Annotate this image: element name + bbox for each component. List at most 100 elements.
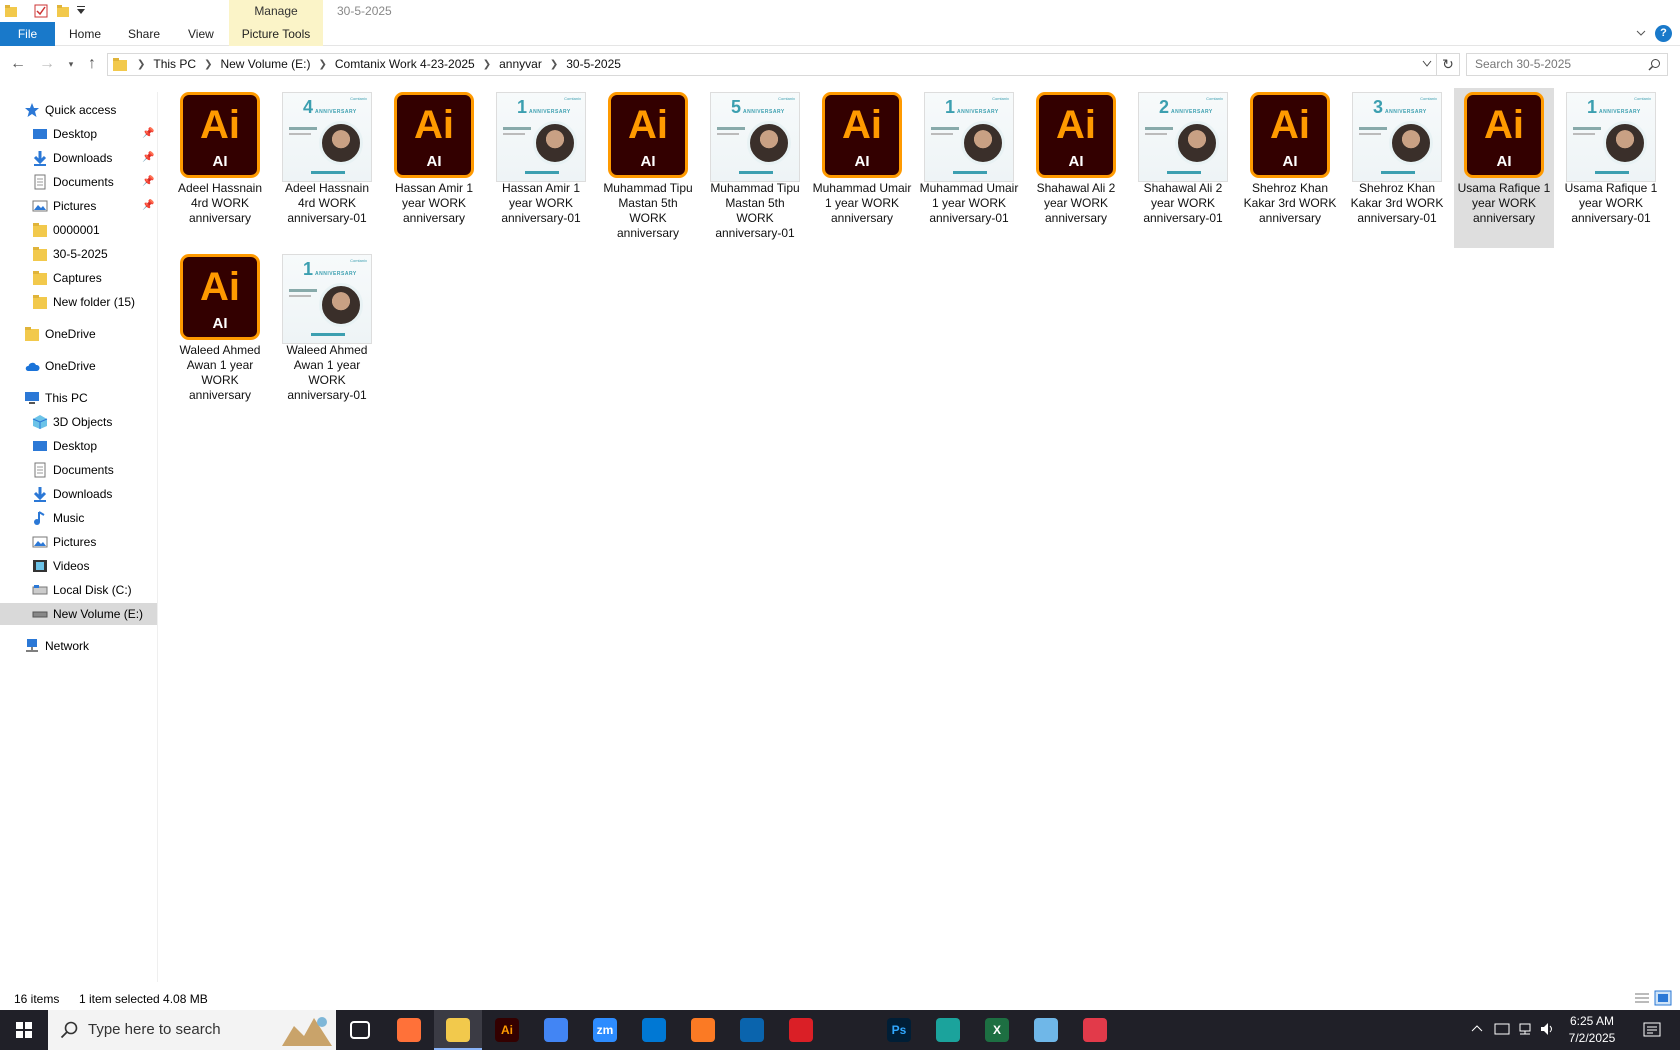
tab-share[interactable]: Share <box>128 22 160 46</box>
search-icon[interactable] <box>1648 58 1661 71</box>
file-item-ai[interactable]: Ai AI Usama Rafique 1 year WORK anniversar… <box>1454 88 1554 248</box>
taskbar-task-view-button[interactable] <box>336 1010 384 1050</box>
breadcrumb-separator[interactable]: ❯ <box>134 54 148 75</box>
device-icon[interactable] <box>1494 1022 1510 1036</box>
file-item-ai[interactable]: Ai AI Waleed Ahmed Awan 1 year WORK annive… <box>170 250 270 410</box>
sidebar-item-documents[interactable]: Documents 📌 <box>0 171 157 193</box>
file-item-ai[interactable]: Ai AI Muhammad Tipu Mastan 5th WORK annive… <box>598 88 698 248</box>
taskbar-illustrator-button[interactable]: Ai <box>483 1010 531 1050</box>
taskbar-zoom-button[interactable]: zm <box>581 1010 629 1050</box>
taskbar-pen-tool-button[interactable] <box>826 1010 874 1050</box>
folder-icon[interactable] <box>4 4 18 18</box>
taskbar-excel-button[interactable]: X <box>973 1010 1021 1050</box>
sidebar-item-pictures[interactable]: Pictures 📌 <box>0 195 157 217</box>
sidebar-item-pc-downloads[interactable]: Downloads <box>0 483 157 505</box>
up-arrow-icon[interactable]: ↑ <box>83 55 101 73</box>
taskbar-app-teal-button[interactable] <box>924 1010 972 1050</box>
taskbar-outlook-button[interactable] <box>728 1010 776 1050</box>
network-tray-icon[interactable] <box>1518 1022 1534 1036</box>
clock-time: 6:25 AM <box>1569 1014 1615 1028</box>
sidebar-item-new-folder-15[interactable]: New folder (15) <box>0 291 157 313</box>
file-item-ai[interactable]: Ai AI Shahawal Ali 2 year WORK anniversary <box>1026 88 1126 248</box>
refresh-icon[interactable]: ↻ <box>1437 53 1460 76</box>
sidebar-item-this-pc[interactable]: This PC <box>0 387 157 409</box>
chevron-down-icon[interactable] <box>1636 28 1646 38</box>
taskbar-file-explorer-button[interactable] <box>434 1010 482 1050</box>
address-bar[interactable]: ❯ This PC ❯ New Volume (E:) ❯ Comtanix W… <box>107 53 1437 76</box>
recent-locations-icon[interactable]: ▾ <box>62 55 80 73</box>
taskbar-vscode-button[interactable] <box>630 1010 678 1050</box>
manage-tab[interactable]: Manage <box>229 0 323 24</box>
sidebar-item-0000001[interactable]: 0000001 <box>0 219 157 241</box>
sidebar-item-downloads[interactable]: Downloads 📌 <box>0 147 157 169</box>
sidebar-item-videos[interactable]: Videos <box>0 555 157 577</box>
tab-file[interactable]: File <box>0 22 55 46</box>
sidebar-item-captures[interactable]: Captures <box>0 267 157 289</box>
customize-toolbar-icon[interactable] <box>76 4 86 18</box>
sidebar-item-pc-pictures[interactable]: Pictures <box>0 531 157 553</box>
file-item-image[interactable]: 1 ANNIVERSARY Comtanix Waleed Ahmed Awan 1 … <box>277 250 377 410</box>
back-arrow-icon[interactable]: ← <box>9 55 27 73</box>
sidebar-item-30-5-2025[interactable]: 30-5-2025 <box>0 243 157 265</box>
breadcrumb-separator[interactable]: ❯ <box>480 54 494 75</box>
sidebar-item-desktop[interactable]: Desktop 📌 <box>0 123 157 145</box>
properties-icon[interactable] <box>34 4 48 18</box>
taskbar-xampp-button[interactable] <box>679 1010 727 1050</box>
sidebar-item-3d-objects[interactable]: 3D Objects <box>0 411 157 433</box>
sidebar-item-quick-access[interactable]: Quick access <box>0 99 157 121</box>
poster-number: 1 <box>1587 97 1598 117</box>
file-item-image[interactable]: 1 ANNIVERSARY Comtanix Muhammad Umair 1 yea… <box>919 88 1019 248</box>
taskbar-snip-tool-button[interactable] <box>1071 1010 1119 1050</box>
start-button[interactable] <box>0 1010 48 1050</box>
taskbar-photoshop-button[interactable]: Ps <box>875 1010 923 1050</box>
taskbar-creative-cloud-button[interactable] <box>777 1010 825 1050</box>
taskbar-search-input[interactable]: Type here to search <box>48 1010 336 1050</box>
sidebar-item-new-volume-e[interactable]: New Volume (E:) <box>0 603 157 625</box>
sidebar-item-pc-documents[interactable]: Documents <box>0 459 157 481</box>
file-item-image[interactable]: 4 ANNIVERSARY Comtanix Adeel Hassnain 4rd W… <box>277 88 377 248</box>
file-item-image[interactable]: 1 ANNIVERSARY Comtanix Hassan Amir 1 year W… <box>491 88 591 248</box>
sidebar-item-music[interactable]: Music <box>0 507 157 529</box>
sidebar-item-onedrive[interactable]: OneDrive <box>0 355 157 377</box>
help-icon[interactable]: ? <box>1655 25 1672 42</box>
breadcrumb-annyvar[interactable]: annyvar <box>494 54 547 75</box>
details-view-icon[interactable] <box>1633 990 1651 1006</box>
pin-icon[interactable]: 📌 <box>142 171 154 193</box>
forward-arrow-icon[interactable]: → <box>38 55 56 73</box>
search-input[interactable]: Search 30-5-2025 <box>1466 53 1668 76</box>
new-folder-icon[interactable] <box>56 4 70 18</box>
chevron-down-icon[interactable] <box>1422 60 1432 68</box>
file-item-ai[interactable]: Ai AI Shehroz Khan Kakar 3rd WORK annivers… <box>1240 88 1340 248</box>
taskbar-chrome-button[interactable] <box>532 1010 580 1050</box>
tab-home[interactable]: Home <box>69 22 101 46</box>
sidebar-item-pc-desktop[interactable]: Desktop <box>0 435 157 457</box>
tab-view[interactable]: View <box>188 22 214 46</box>
sidebar-item-onedrive-folder[interactable]: OneDrive <box>0 323 157 345</box>
file-item-ai[interactable]: Ai AI Muhammad Umair 1 year WORK anniversa… <box>812 88 912 248</box>
file-item-ai[interactable]: Ai AI Hassan Amir 1 year WORK anniversary <box>384 88 484 248</box>
sidebar-item-local-disk-c[interactable]: Local Disk (C:) <box>0 579 157 601</box>
taskbar-firefox-button[interactable] <box>385 1010 433 1050</box>
breadcrumb-separator[interactable]: ❯ <box>547 54 561 75</box>
breadcrumb-comtanix-work[interactable]: Comtanix Work 4-23-2025 <box>330 54 480 75</box>
breadcrumb-new-volume[interactable]: New Volume (E:) <box>215 54 315 75</box>
file-item-image[interactable]: 5 ANNIVERSARY Comtanix Muhammad Tipu Mastan… <box>705 88 805 248</box>
file-item-image[interactable]: 3 ANNIVERSARY Comtanix Shehroz Khan Kakar 3… <box>1347 88 1447 248</box>
pin-icon[interactable]: 📌 <box>142 147 154 169</box>
chevron-up-icon[interactable] <box>1470 1022 1484 1036</box>
pin-icon[interactable]: 📌 <box>142 195 154 217</box>
file-item-image[interactable]: 2 ANNIVERSARY Comtanix Shahawal Ali 2 year … <box>1133 88 1233 248</box>
breadcrumb-current-folder[interactable]: 30-5-2025 <box>561 54 626 75</box>
tab-picture-tools[interactable]: Picture Tools <box>229 22 323 46</box>
file-item-ai[interactable]: Ai AI Adeel Hassnain 4rd WORK anniversary <box>170 88 270 248</box>
pin-icon[interactable]: 📌 <box>142 123 154 145</box>
breadcrumb-separator[interactable]: ❯ <box>316 54 330 75</box>
breadcrumb-separator[interactable]: ❯ <box>201 54 215 75</box>
taskbar-notepad-button[interactable] <box>1022 1010 1070 1050</box>
sidebar-item-network[interactable]: Network <box>0 635 157 657</box>
notifications-icon[interactable] <box>1642 1020 1662 1040</box>
large-icons-view-icon[interactable] <box>1654 990 1672 1006</box>
file-item-image[interactable]: 1 ANNIVERSARY Comtanix Usama Rafique 1 year… <box>1561 88 1661 248</box>
breadcrumb-this-pc[interactable]: This PC <box>148 54 201 75</box>
system-clock[interactable]: 6:25 AM 7/2/2025 <box>1552 1013 1632 1047</box>
